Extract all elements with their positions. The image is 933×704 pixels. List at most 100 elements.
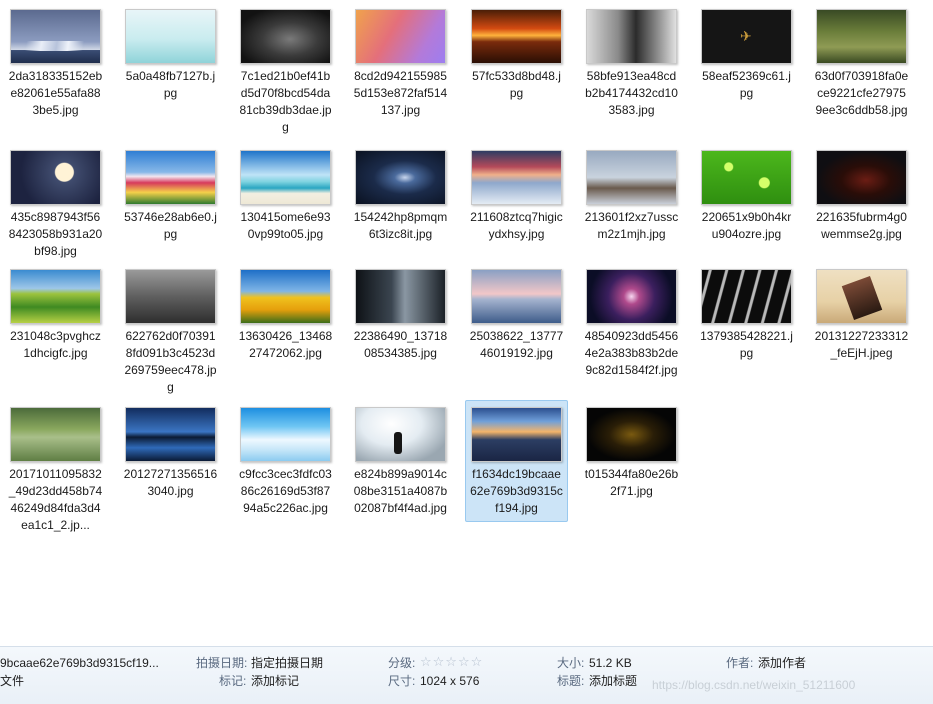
file-item[interactable]: 20171011095832_49d23dd458b7446249d84fda3… bbox=[4, 400, 107, 539]
file-name[interactable]: 231048c3pvghcz1dhcigfc.jpg bbox=[8, 328, 103, 362]
file-thumbnail[interactable] bbox=[125, 269, 216, 324]
file-thumbnail[interactable] bbox=[471, 9, 562, 64]
date-taken-value[interactable]: 指定拍摄日期 bbox=[251, 655, 323, 671]
file-item[interactable]: 58bfe913ea48cdb2b4174432cd103583.jpg bbox=[580, 2, 683, 124]
file-name[interactable]: 13630426_1346827472062.jpg bbox=[238, 328, 333, 362]
file-item[interactable]: 22386490_1371808534385.jpg bbox=[349, 262, 452, 367]
csdn-watermark: https://blog.csdn.net/weixin_51211600 bbox=[652, 678, 856, 692]
file-item[interactable]: 5a0a48fb7127b.jpg bbox=[119, 2, 222, 107]
file-thumbnail-grid: 2da318335152ebe82061e55afa883be5.jpg 5a0a… bbox=[0, 0, 933, 646]
file-item[interactable]: 20131227233312_feEjH.jpeg bbox=[810, 262, 913, 367]
file-name[interactable]: 58bfe913ea48cdb2b4174432cd103583.jpg bbox=[584, 68, 679, 119]
file-thumbnail[interactable] bbox=[240, 407, 331, 462]
file-item[interactable]: 8cd2d9421559855d153e872faf514137.jpg bbox=[349, 2, 452, 124]
file-item[interactable]: 25038622_1377746019192.jpg bbox=[465, 262, 568, 367]
file-name[interactable]: 57fc533d8bd48.jpg bbox=[469, 68, 564, 102]
file-item[interactable]: 211608ztcq7higicydxhsy.jpg bbox=[465, 143, 568, 248]
file-item[interactable]: 58eaf52369c61.jpg bbox=[695, 2, 798, 107]
file-item[interactable]: 154242hp8pmqm6t3izc8it.jpg bbox=[349, 143, 452, 248]
file-thumbnail[interactable] bbox=[471, 407, 562, 462]
size-value: 51.2 KB bbox=[589, 656, 632, 670]
file-item[interactable]: 48540923dd54564e2a383b83b2de9c82d1584f2f… bbox=[580, 262, 683, 384]
file-name[interactable]: 220651x9b0h4kru904ozre.jpg bbox=[699, 209, 794, 243]
file-name[interactable]: 154242hp8pmqm6t3izc8it.jpg bbox=[353, 209, 448, 243]
file-item[interactable]: 13630426_1346827472062.jpg bbox=[234, 262, 337, 367]
file-name[interactable]: 22386490_1371808534385.jpg bbox=[353, 328, 448, 362]
title-value[interactable]: 添加标题 bbox=[589, 673, 637, 689]
file-item[interactable]: 213601f2xz7usscm2z1mjh.jpg bbox=[580, 143, 683, 248]
file-name[interactable]: 622762d0f703918fd091b3c4523d269759eec478… bbox=[123, 328, 218, 396]
file-thumbnail[interactable] bbox=[125, 9, 216, 64]
file-name[interactable]: 435c8987943f568423058b931a20bf98.jpg bbox=[8, 209, 103, 260]
file-thumbnail[interactable] bbox=[240, 150, 331, 205]
file-thumbnail[interactable] bbox=[355, 407, 446, 462]
file-thumbnail[interactable] bbox=[471, 269, 562, 324]
file-name[interactable]: t015344fa80e26b2f71.jpg bbox=[584, 466, 679, 500]
file-item[interactable]: f1634dc19bcaae62e769b3d9315cf194.jpg bbox=[465, 400, 568, 522]
file-thumbnail[interactable] bbox=[10, 9, 101, 64]
file-thumbnail[interactable] bbox=[125, 407, 216, 462]
file-thumbnail[interactable] bbox=[10, 150, 101, 205]
file-thumbnail[interactable] bbox=[816, 269, 907, 324]
file-item[interactable]: 2da318335152ebe82061e55afa883be5.jpg bbox=[4, 2, 107, 124]
tags-value[interactable]: 添加标记 bbox=[251, 673, 299, 689]
file-name[interactable]: 130415ome6e930vp99to05.jpg bbox=[238, 209, 333, 243]
file-thumbnail[interactable] bbox=[10, 269, 101, 324]
file-thumbnail[interactable] bbox=[355, 150, 446, 205]
file-name[interactable]: 48540923dd54564e2a383b83b2de9c82d1584f2f… bbox=[584, 328, 679, 379]
file-thumbnail[interactable] bbox=[355, 269, 446, 324]
file-item[interactable]: t015344fa80e26b2f71.jpg bbox=[580, 400, 683, 505]
file-name[interactable]: 20171011095832_49d23dd458b7446249d84fda3… bbox=[8, 466, 103, 534]
file-name[interactable]: 7c1ed21b0ef41bd5d70f8bcd54da81cb39db3dae… bbox=[238, 68, 333, 136]
file-item[interactable]: 201272713565163040.jpg bbox=[119, 400, 222, 505]
file-thumbnail[interactable] bbox=[586, 269, 677, 324]
file-item[interactable]: 435c8987943f568423058b931a20bf98.jpg bbox=[4, 143, 107, 265]
file-thumbnail[interactable] bbox=[701, 150, 792, 205]
file-thumbnail[interactable] bbox=[816, 150, 907, 205]
file-name[interactable]: 221635fubrm4g0wemmse2g.jpg bbox=[814, 209, 909, 243]
file-thumbnail[interactable] bbox=[355, 9, 446, 64]
file-name[interactable]: 25038622_1377746019192.jpg bbox=[469, 328, 564, 362]
rating-stars[interactable]: ☆☆☆☆☆ bbox=[420, 654, 483, 670]
file-thumbnail[interactable] bbox=[240, 9, 331, 64]
file-name[interactable]: 63d0f703918fa0ece9221cfe279759ee3c6ddb58… bbox=[814, 68, 909, 119]
file-name[interactable]: 1379385428221.jpg bbox=[699, 328, 794, 362]
file-item[interactable]: c9fcc3cec3fdfc0386c26169d53f8794a5c226ac… bbox=[234, 400, 337, 522]
file-name[interactable]: 58eaf52369c61.jpg bbox=[699, 68, 794, 102]
file-item[interactable]: 231048c3pvghcz1dhcigfc.jpg bbox=[4, 262, 107, 367]
file-item[interactable]: 221635fubrm4g0wemmse2g.jpg bbox=[810, 143, 913, 248]
file-thumbnail[interactable] bbox=[586, 9, 677, 64]
details-status-bar: 9bcaae62e769b3d9315cf19... 文件 拍摄日期: 指定拍摄… bbox=[0, 646, 933, 704]
file-name[interactable]: 20131227233312_feEjH.jpeg bbox=[814, 328, 909, 362]
author-value[interactable]: 添加作者 bbox=[758, 655, 806, 671]
file-thumbnail[interactable] bbox=[586, 407, 677, 462]
file-thumbnail[interactable] bbox=[471, 150, 562, 205]
file-thumbnail[interactable] bbox=[125, 150, 216, 205]
file-name[interactable]: 201272713565163040.jpg bbox=[123, 466, 218, 500]
file-item[interactable]: 63d0f703918fa0ece9221cfe279759ee3c6ddb58… bbox=[810, 2, 913, 124]
file-item[interactable]: 7c1ed21b0ef41bd5d70f8bcd54da81cb39db3dae… bbox=[234, 2, 337, 141]
file-name[interactable]: 211608ztcq7higicydxhsy.jpg bbox=[469, 209, 564, 243]
file-name[interactable]: 53746e28ab6e0.jpg bbox=[123, 209, 218, 243]
file-thumbnail[interactable] bbox=[816, 9, 907, 64]
file-thumbnail[interactable] bbox=[240, 269, 331, 324]
file-name[interactable]: 2da318335152ebe82061e55afa883be5.jpg bbox=[8, 68, 103, 119]
dimensions-label: 尺寸: bbox=[388, 674, 416, 688]
file-name[interactable]: 5a0a48fb7127b.jpg bbox=[123, 68, 218, 102]
file-thumbnail[interactable] bbox=[701, 269, 792, 324]
file-name[interactable]: f1634dc19bcaae62e769b3d9315cf194.jpg bbox=[469, 466, 564, 517]
file-item[interactable]: 220651x9b0h4kru904ozre.jpg bbox=[695, 143, 798, 248]
file-item[interactable]: e824b899a9014c08be3151a4087b02087bf4f4ad… bbox=[349, 400, 452, 522]
file-name[interactable]: 8cd2d9421559855d153e872faf514137.jpg bbox=[353, 68, 448, 119]
file-name[interactable]: c9fcc3cec3fdfc0386c26169d53f8794a5c226ac… bbox=[238, 466, 333, 517]
file-item[interactable]: 622762d0f703918fd091b3c4523d269759eec478… bbox=[119, 262, 222, 401]
file-name[interactable]: e824b899a9014c08be3151a4087b02087bf4f4ad… bbox=[353, 466, 448, 517]
file-item[interactable]: 53746e28ab6e0.jpg bbox=[119, 143, 222, 248]
file-thumbnail[interactable] bbox=[701, 9, 792, 64]
file-thumbnail[interactable] bbox=[10, 407, 101, 462]
file-item[interactable]: 130415ome6e930vp99to05.jpg bbox=[234, 143, 337, 248]
file-name[interactable]: 213601f2xz7usscm2z1mjh.jpg bbox=[584, 209, 679, 243]
file-item[interactable]: 1379385428221.jpg bbox=[695, 262, 798, 367]
file-thumbnail[interactable] bbox=[586, 150, 677, 205]
file-item[interactable]: 57fc533d8bd48.jpg bbox=[465, 2, 568, 107]
